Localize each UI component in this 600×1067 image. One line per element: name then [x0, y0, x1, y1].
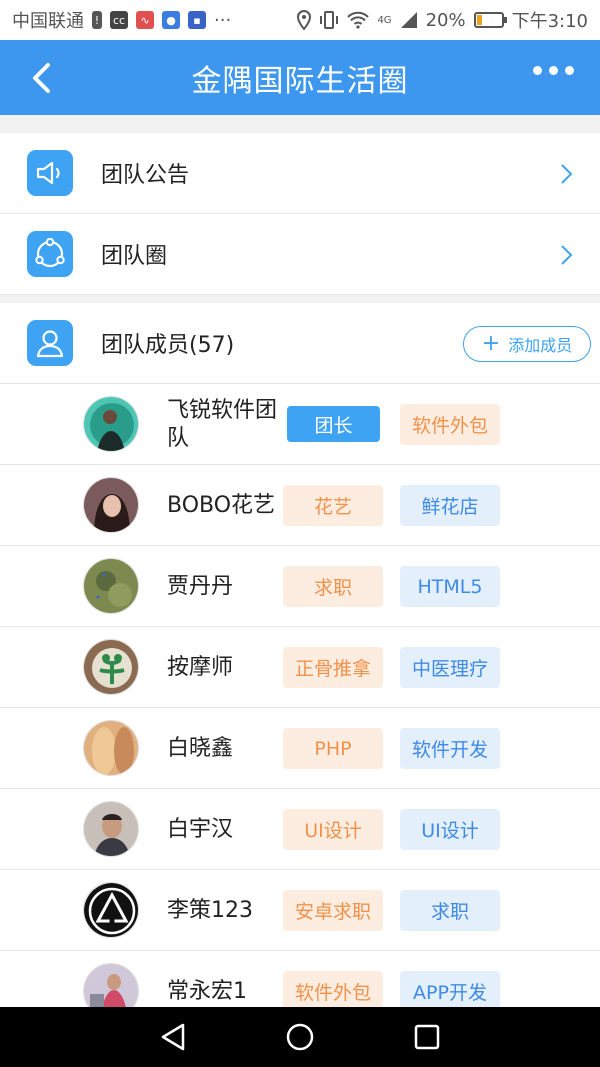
- member-name: BOBO花艺: [167, 492, 276, 518]
- member-name: 李策123: [167, 897, 253, 923]
- skill-tag: 花艺: [283, 485, 383, 526]
- avatar: [83, 639, 139, 695]
- add-member-label: 添加成员: [508, 336, 573, 355]
- more-dots-icon: ···: [214, 9, 232, 31]
- nav-recents-button[interactable]: [407, 1017, 447, 1057]
- skill-tag: UI设计: [283, 809, 383, 850]
- signal-icon: [400, 12, 417, 28]
- more-options-icon[interactable]: [533, 66, 574, 75]
- wave-icon: ∿: [136, 11, 154, 29]
- nav-home-button[interactable]: [280, 1017, 320, 1057]
- skill-tag: 求职: [283, 566, 383, 607]
- avatar: [83, 801, 139, 857]
- carrier-label: 中国联通: [12, 11, 84, 32]
- tx-icon: ▪: [188, 11, 206, 29]
- skill-tag: APP开发: [400, 971, 500, 1007]
- circle-home-icon: [286, 1023, 314, 1051]
- member-name: 贾丹丹: [167, 573, 234, 599]
- team-detail-content: 团队公告 团队圈 团队成员(57) + 添加成员 飞锐软件团队 团长 软件外包 …: [0, 115, 600, 1007]
- member-name: 按摩师: [167, 654, 234, 680]
- member-name: 飞锐软件团队: [167, 397, 278, 451]
- avatar: [83, 396, 139, 452]
- skill-tag: 正骨推拿: [283, 647, 383, 688]
- person-icon: [27, 320, 73, 366]
- warning-icon: !: [92, 11, 102, 29]
- skill-tag: 软件外包: [400, 404, 500, 445]
- member-row[interactable]: 白晓鑫 PHP 软件开发: [0, 708, 600, 789]
- skill-tag: UI设计: [400, 809, 500, 850]
- member-row[interactable]: 李策123 安卓求职 求职: [0, 870, 600, 951]
- status-bar: 中国联通 ! cc ∿ ● ▪ ··· 4G 20% 下午3:10: [0, 0, 600, 40]
- skill-tag: 鲜花店: [400, 485, 500, 526]
- team-circle-row[interactable]: 团队圈: [0, 214, 600, 295]
- skill-tag: 安卓求职: [283, 890, 383, 931]
- paw-icon: ●: [162, 11, 180, 29]
- role-tag: 团长: [287, 406, 380, 442]
- team-members-label: 团队成员(57): [101, 333, 235, 358]
- avatar: [83, 963, 139, 1007]
- clock-time: 下午3:10: [511, 11, 588, 32]
- vibrate-icon: [320, 11, 339, 29]
- battery-percent: 20%: [425, 9, 466, 31]
- system-nav-bar: [0, 1007, 600, 1067]
- wifi-icon: [347, 11, 370, 29]
- speaker-icon: [27, 150, 73, 196]
- member-name: 白晓鑫: [167, 735, 234, 761]
- avatar: [83, 477, 139, 533]
- plus-icon: +: [481, 331, 501, 356]
- team-members-header: 团队成员(57) + 添加成员: [0, 303, 600, 384]
- team-circle-label: 团队圈: [101, 244, 168, 269]
- member-name: 常永宏1: [167, 978, 247, 1004]
- member-row[interactable]: BOBO花艺 花艺 鲜花店: [0, 465, 600, 546]
- chevron-right-icon: [561, 245, 573, 265]
- skill-tag: PHP: [283, 728, 383, 769]
- member-row[interactable]: 常永宏1 软件外包 APP开发: [0, 951, 600, 1007]
- battery-icon: [473, 12, 507, 28]
- skill-tag: 中医理疗: [400, 647, 500, 688]
- square-recents-icon: [414, 1024, 439, 1050]
- skill-tag: 软件开发: [400, 728, 500, 769]
- skill-tag: 求职: [400, 890, 500, 931]
- location-icon: [297, 10, 312, 30]
- team-announcement-row[interactable]: 团队公告: [0, 133, 600, 214]
- app-header: 金隅国际生活圈: [0, 40, 600, 115]
- skill-tag: 软件外包: [283, 971, 383, 1007]
- network-label: 4G: [377, 14, 392, 26]
- status-bar-right: 4G 20% 下午3:10: [297, 7, 588, 33]
- avatar: [83, 882, 139, 938]
- member-row[interactable]: 贾丹丹 求职 HTML5: [0, 546, 600, 627]
- skill-tag: HTML5: [400, 566, 500, 607]
- avatar: [83, 720, 139, 776]
- chevron-right-icon: [561, 164, 573, 184]
- triangle-back-icon: [162, 1023, 185, 1051]
- avatar: [83, 558, 139, 614]
- status-bar-left: 中国联通 ! cc ∿ ● ▪ ···: [12, 7, 231, 33]
- nav-back-button[interactable]: [153, 1017, 193, 1057]
- member-name: 白宇汉: [167, 816, 234, 842]
- back-arrow-icon[interactable]: [26, 60, 56, 96]
- member-row[interactable]: 白宇汉 UI设计 UI设计: [0, 789, 600, 870]
- page-title: 金隅国际生活圈: [191, 63, 409, 99]
- share-circle-icon: [27, 231, 73, 277]
- cc-icon: cc: [110, 11, 128, 29]
- section-gap: [0, 295, 600, 303]
- member-row[interactable]: 飞锐软件团队 团长 软件外包: [0, 384, 600, 465]
- team-announcement-label: 团队公告: [101, 163, 190, 188]
- member-row[interactable]: 按摩师 正骨推拿 中医理疗: [0, 627, 600, 708]
- add-member-button[interactable]: + 添加成员: [463, 326, 591, 362]
- section-gap: [0, 115, 600, 133]
